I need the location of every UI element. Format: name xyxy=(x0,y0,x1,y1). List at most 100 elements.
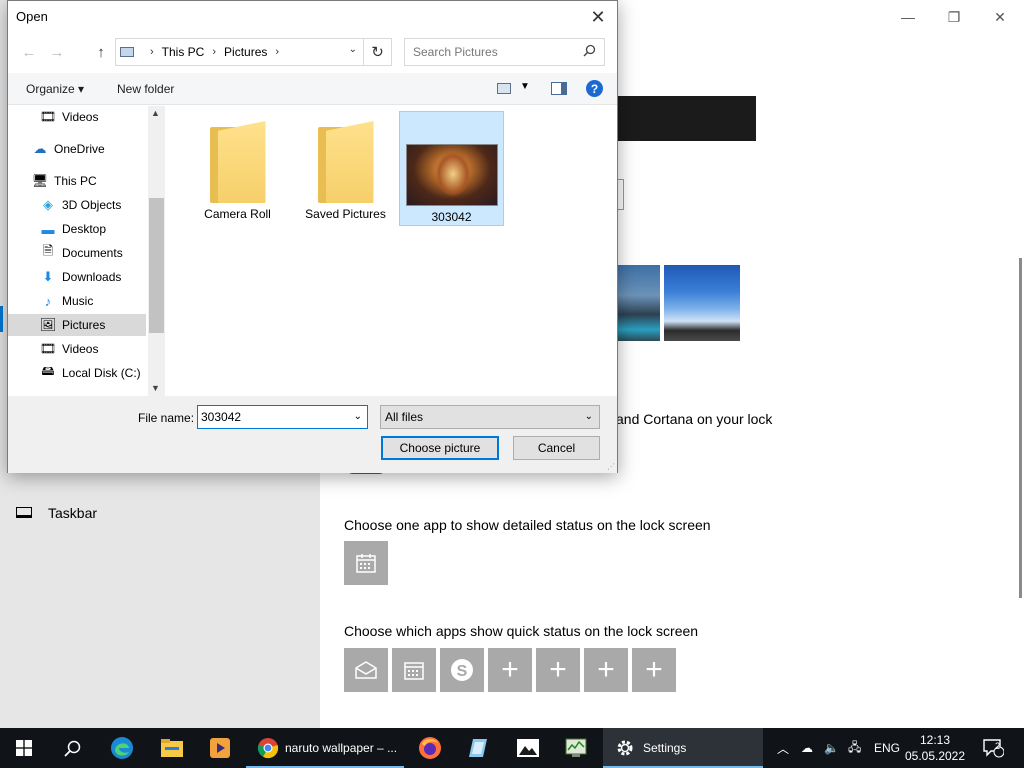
action-center-button[interactable]: 2 xyxy=(982,728,1004,768)
show-hidden-icons-button[interactable]: ︿ xyxy=(777,728,789,768)
notes-app-button[interactable] xyxy=(454,728,502,768)
mail-icon xyxy=(355,661,377,679)
breadcrumb-separator[interactable]: › xyxy=(275,46,279,58)
dialog-close-button[interactable]: ✕ xyxy=(583,3,613,31)
desktop-icon: ▬ xyxy=(41,221,55,237)
cancel-button[interactable]: Cancel xyxy=(513,436,600,460)
help-icon[interactable]: ? xyxy=(586,80,603,97)
change-view-icon[interactable] xyxy=(497,83,511,94)
quick-status-add-button[interactable]: + xyxy=(584,648,628,692)
nav-item-documents[interactable]: 🗎 Documents xyxy=(40,242,123,264)
pictures-icon: 🖼 xyxy=(39,317,57,332)
nav-item-label: Pictures xyxy=(62,318,106,332)
search-icon[interactable] xyxy=(583,44,596,57)
dialog-footer: File name: ⌄ All files ⌄ Choose picture … xyxy=(8,396,617,473)
nav-item-videos[interactable]: 🎞 Videos xyxy=(40,338,99,360)
taskbar-app-label: naruto wallpaper – ... xyxy=(285,741,398,755)
photos-button[interactable] xyxy=(504,728,552,768)
pictures-location-icon xyxy=(120,47,134,57)
scrollbar-thumb[interactable] xyxy=(149,198,164,333)
taskbar-app-settings[interactable]: Settings xyxy=(603,728,763,768)
scroll-down-arrow-icon[interactable]: ▼ xyxy=(151,383,160,393)
breadcrumb-separator[interactable]: › xyxy=(212,46,216,58)
quick-status-add-button[interactable]: + xyxy=(488,648,532,692)
clock-button[interactable]: 12:13 05.05.2022 xyxy=(900,732,970,764)
nav-item-music[interactable]: ♪ Music xyxy=(40,290,94,312)
media-player-button[interactable] xyxy=(196,728,244,768)
organize-menu[interactable]: Organize ▾ xyxy=(26,82,84,96)
taskbar-app-chrome[interactable]: naruto wallpaper – ... xyxy=(246,728,404,768)
folder-icon xyxy=(161,739,183,757)
quick-status-add-button[interactable]: + xyxy=(632,648,676,692)
nav-item-pictures[interactable]: 🖼 Pictures xyxy=(8,314,146,336)
background-thumbnail[interactable] xyxy=(664,265,740,341)
minimize-button[interactable]: — xyxy=(885,6,931,28)
nav-item-videos[interactable]: 🎞 Videos xyxy=(39,106,99,128)
view-options-dropdown[interactable]: ▼ xyxy=(520,81,530,92)
notification-count: 2 xyxy=(995,741,1001,751)
task-manager-button[interactable] xyxy=(552,728,600,768)
network-button[interactable]: 🖧 xyxy=(848,728,861,768)
file-name-input[interactable] xyxy=(201,410,346,424)
quick-status-mail-button[interactable] xyxy=(344,648,388,692)
file-name-label: File name: xyxy=(138,411,195,425)
search-input[interactable] xyxy=(413,45,583,59)
nav-item-label: Documents xyxy=(62,246,123,260)
cloud-icon: ☁ xyxy=(33,141,47,156)
clock-date: 05.05.2022 xyxy=(904,749,966,763)
nav-item-this-pc[interactable]: 🖥 This PC xyxy=(32,170,97,192)
file-name-combo[interactable]: ⌄ xyxy=(197,405,368,429)
nav-item-desktop[interactable]: ▬ Desktop xyxy=(40,218,107,240)
nav-item-3d-objects[interactable]: ◈ 3D Objects xyxy=(40,194,121,216)
nav-item-local-disk[interactable]: 🖴 Local Disk (C:) xyxy=(40,362,141,384)
file-type-select[interactable]: All files ⌄ xyxy=(380,405,600,429)
refresh-button[interactable]: ↻ xyxy=(364,38,392,66)
navigation-scrollbar[interactable]: ▲ ▼ xyxy=(148,106,165,396)
quick-status-add-button[interactable]: + xyxy=(536,648,580,692)
settings-scrollbar[interactable] xyxy=(1019,258,1022,598)
choose-picture-button[interactable]: Choose picture xyxy=(381,436,499,460)
chevron-down-icon[interactable]: ⌄ xyxy=(354,411,362,422)
preview-pane-icon[interactable] xyxy=(551,82,567,95)
new-folder-button[interactable]: New folder xyxy=(117,82,174,96)
input-language-button[interactable]: ENG xyxy=(874,728,900,768)
breadcrumb-pictures[interactable]: Pictures xyxy=(224,45,267,59)
volume-button[interactable]: 🔈 xyxy=(824,728,839,768)
firefox-button[interactable] xyxy=(406,728,454,768)
restore-button[interactable]: ❐ xyxy=(931,6,977,28)
edge-button[interactable] xyxy=(98,728,146,768)
quick-status-calendar-button[interactable] xyxy=(392,648,436,692)
breadcrumb-this-pc[interactable]: This PC xyxy=(162,45,205,59)
address-bar[interactable]: › This PC › Pictures › ⌄ xyxy=(115,38,364,66)
taskbar-app-label: Settings xyxy=(643,741,687,755)
onedrive-tray-button[interactable]: ☁ xyxy=(801,728,813,768)
video-icon: 🎞 xyxy=(39,109,57,124)
nav-item-onedrive[interactable]: ☁ OneDrive xyxy=(32,138,105,160)
close-button[interactable]: ✕ xyxy=(977,6,1023,28)
computer-icon: 🖥 xyxy=(31,173,49,188)
address-history-dropdown[interactable]: ⌄ xyxy=(349,44,357,55)
back-button[interactable]: ← xyxy=(18,41,40,63)
notification-icon xyxy=(983,739,1004,758)
image-file-item[interactable]: 303042 xyxy=(399,111,504,226)
detailed-status-calendar-button[interactable] xyxy=(344,541,388,585)
file-explorer-button[interactable] xyxy=(148,728,196,768)
background-thumbnail[interactable] xyxy=(617,265,660,341)
search-button[interactable] xyxy=(48,728,96,768)
dialog-toolbar: Organize ▾ New folder ▼ ? xyxy=(8,73,617,105)
start-button[interactable] xyxy=(0,728,48,768)
nav-item-downloads[interactable]: ⬇ Downloads xyxy=(40,266,122,288)
search-box[interactable] xyxy=(404,38,605,66)
scroll-up-arrow-icon[interactable]: ▲ xyxy=(151,108,160,118)
nav-item-label: Local Disk (C:) xyxy=(62,366,141,380)
download-icon: ⬇ xyxy=(42,269,54,284)
resize-grip-icon[interactable]: ⋰ xyxy=(607,462,615,471)
quick-status-skype-button[interactable]: S xyxy=(440,648,484,692)
sidebar-item-taskbar[interactable]: Taskbar xyxy=(48,505,97,521)
gear-icon xyxy=(617,740,633,756)
forward-button[interactable]: → xyxy=(46,41,68,63)
up-button[interactable]: ↑ xyxy=(90,41,112,63)
folder-item[interactable]: Camera Roll xyxy=(185,111,290,226)
nav-item-label: This PC xyxy=(54,174,97,188)
folder-item[interactable]: Saved Pictures xyxy=(293,111,398,226)
